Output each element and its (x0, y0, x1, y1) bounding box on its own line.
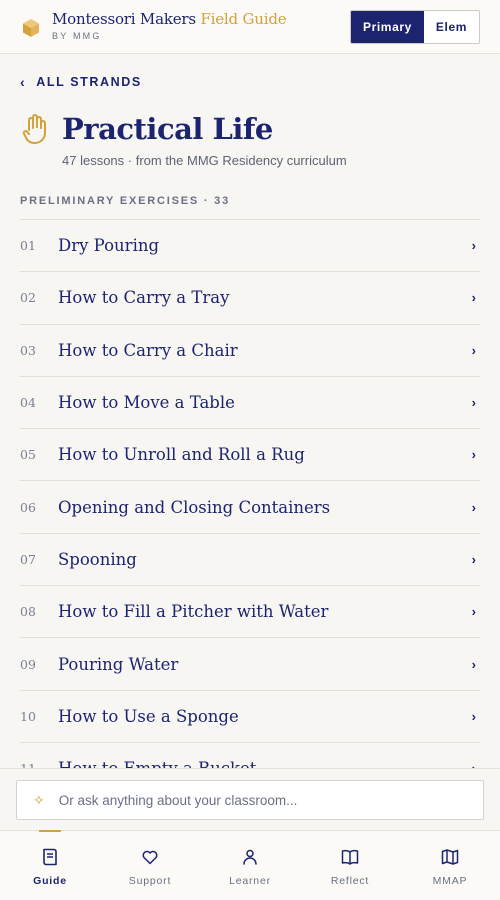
lesson-name: How to Move a Table (58, 393, 235, 413)
lesson-number: 02 (20, 290, 36, 306)
guide-icon (43, 848, 57, 866)
ask-input-placeholder: Or ask anything about your classroom... (58, 792, 298, 808)
book-icon (341, 849, 359, 865)
lesson-name: How to Use a Sponge (58, 706, 239, 726)
logo-cube-icon (23, 18, 39, 37)
chevron-right-icon: › (471, 656, 476, 672)
lesson-name: Opening and Closing Containers (58, 497, 331, 517)
lesson-row[interactable]: 01 Dry Pouring › (20, 219, 480, 271)
chevron-right-icon: › (471, 238, 476, 254)
nav-label: Guide (33, 875, 67, 887)
lesson-name: How to Fill a Pitcher with Water (58, 602, 329, 622)
nav-item-reflect[interactable]: Reflect (300, 831, 400, 900)
brand-subtitle: BY MMG (52, 31, 102, 41)
nav-label: Learner (229, 875, 271, 887)
brand-accent-text: Field Guide (200, 10, 287, 28)
chevron-left-icon: ‹ (20, 74, 27, 90)
lesson-row[interactable]: 04 How to Move a Table › (20, 375, 480, 428)
section-label: PRELIMINARY EXERCISES · 33 (20, 195, 231, 207)
lesson-number: 05 (20, 447, 36, 463)
bottom-nav: Guide Support Learner Reflect MMAP (0, 830, 500, 900)
lesson-row[interactable]: 02 How to Carry a Tray › (20, 271, 480, 323)
level-toggle: Primary Elem (350, 9, 480, 44)
lesson-row[interactable]: 05 How to Unroll and Roll a Rug › (20, 428, 480, 480)
toggle-elem-button[interactable]: Elem (423, 10, 479, 43)
person-icon (243, 849, 257, 865)
chevron-right-icon: › (471, 708, 476, 724)
page-title: Practical Life (62, 112, 273, 146)
brand-title: Montessori Makers Field Guide (52, 10, 287, 28)
heart-icon (142, 850, 158, 865)
lesson-number: 10 (20, 708, 36, 724)
chevron-right-icon: › (471, 447, 476, 463)
map-icon (441, 849, 459, 865)
nav-label: Reflect (330, 875, 370, 887)
chevron-right-icon: › (471, 551, 476, 567)
lesson-name: Pouring Water (58, 654, 179, 674)
lesson-name: Dry Pouring (58, 236, 160, 256)
lesson-number: 06 (20, 499, 36, 515)
chevron-right-icon: › (471, 342, 476, 358)
page-subtitle: 47 lessons · from the MMG Residency curr… (62, 153, 347, 168)
nav-item-learner[interactable]: Learner (200, 831, 300, 900)
sparkle-icon: ✧ (33, 791, 45, 808)
lesson-name: Spooning (58, 549, 137, 569)
page-header: Practical Life (20, 112, 273, 146)
ask-bar-container: ✧ Or ask anything about your classroom..… (0, 768, 500, 830)
lesson-row[interactable]: 10 How to Use a Sponge › (20, 689, 480, 742)
nav-label: Support (128, 875, 172, 887)
nav-item-support[interactable]: Support (100, 831, 200, 900)
chevron-right-icon: › (471, 290, 476, 306)
lesson-row[interactable]: 06 Opening and Closing Containers › (20, 480, 480, 532)
nav-item-guide[interactable]: Guide (0, 831, 100, 900)
lesson-name: How to Carry a Tray (58, 288, 230, 308)
lesson-number: 04 (20, 395, 36, 411)
lesson-row[interactable]: 08 How to Fill a Pitcher with Water › (20, 585, 480, 637)
nav-item-mmap[interactable]: MMAP (400, 831, 500, 900)
lesson-number: 08 (20, 604, 36, 620)
lesson-row[interactable]: 03 How to Carry a Chair › (20, 323, 480, 376)
brand: Montessori Makers Field Guide BY MMG (52, 10, 287, 41)
lesson-list: 01 Dry Pouring › 02 How to Carry a Tray › 03… (20, 219, 480, 794)
toggle-primary-button[interactable]: Primary (351, 10, 424, 43)
hand-icon (22, 114, 46, 144)
lesson-number: 01 (20, 238, 36, 254)
lesson-row[interactable]: 07 Spooning › (20, 532, 480, 585)
lesson-name: How to Carry a Chair (58, 340, 238, 360)
lesson-row[interactable]: 09 Pouring Water › (20, 637, 480, 689)
back-link-label: ALL STRANDS (36, 75, 142, 89)
chevron-right-icon: › (471, 499, 476, 515)
ask-input[interactable]: ✧ Or ask anything about your classroom..… (16, 780, 484, 820)
lesson-number: 09 (20, 656, 36, 672)
lesson-number: 03 (20, 342, 36, 358)
lesson-number: 07 (20, 551, 36, 567)
app-header: Montessori Makers Field Guide BY MMG Pri… (0, 0, 500, 54)
chevron-right-icon: › (471, 395, 476, 411)
chevron-right-icon: › (471, 604, 476, 620)
back-link[interactable]: ‹ ALL STRANDS (20, 74, 142, 90)
nav-label: MMAP (432, 875, 468, 887)
brand-title-text: Montessori Makers (52, 10, 196, 28)
lesson-name: How to Unroll and Roll a Rug (58, 445, 305, 465)
